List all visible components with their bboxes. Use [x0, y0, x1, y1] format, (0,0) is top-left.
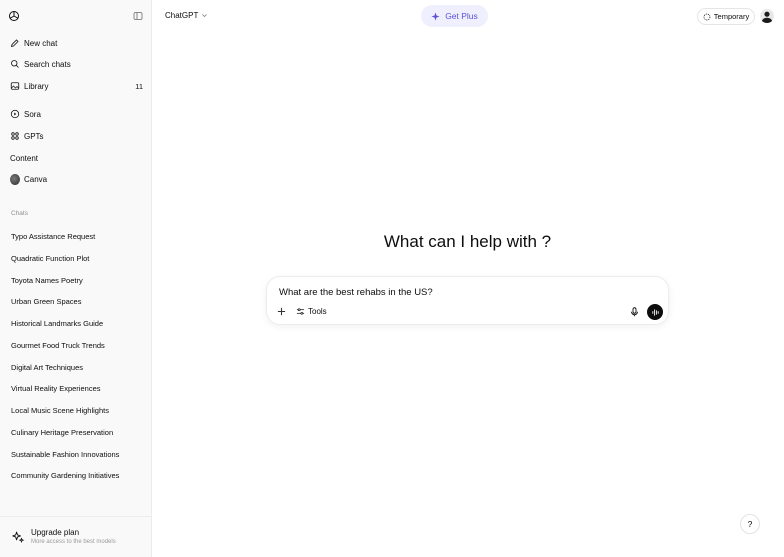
sidebar-item-label: Content — [10, 153, 39, 163]
sidebar-item-sora[interactable]: Sora — [0, 103, 152, 125]
sparkle-icon — [431, 11, 440, 21]
help-button[interactable]: ? — [740, 514, 760, 534]
grid-icon — [10, 131, 20, 141]
user-avatar[interactable] — [760, 9, 774, 23]
sparkles-icon — [12, 531, 25, 543]
pencil-icon — [10, 38, 20, 48]
dashed-circle-icon — [703, 13, 711, 20]
sidebar-item-library[interactable]: Library 11 — [0, 75, 152, 97]
chat-history-item[interactable]: Typo Assistance Request — [11, 232, 95, 241]
sidebar-item-gpts[interactable]: GPTs — [0, 125, 152, 147]
get-plus-label: Get Plus — [445, 11, 478, 21]
play-circle-icon — [10, 109, 20, 119]
sidebar-toggle-icon[interactable] — [133, 11, 143, 21]
sidebar: New chat Search chats Library 11 Sora GP… — [0, 0, 152, 557]
user-avatar-icon — [761, 11, 773, 23]
upgrade-plan-subtitle: More access to the best models — [31, 539, 116, 545]
search-icon — [10, 59, 20, 69]
chevron-down-icon — [202, 14, 208, 18]
dictate-button[interactable] — [628, 305, 641, 318]
tools-label: Tools — [308, 307, 327, 316]
sidebar-item-label: Library — [24, 81, 49, 91]
page-title: What can I help with ? — [383, 232, 552, 251]
sidebar-item-label: Canva — [24, 174, 48, 184]
library-count-badge: 11 — [135, 81, 143, 91]
temporary-chat-button[interactable]: Temporary — [697, 8, 755, 25]
canva-logo-icon — [10, 173, 20, 185]
chat-history-item[interactable]: Toyota Names Poetry — [11, 276, 83, 285]
sidebar-item-canva[interactable]: Canva — [0, 168, 152, 190]
upgrade-plan-title: Upgrade plan — [31, 528, 80, 537]
chat-history-item[interactable]: Community Gardening Initiatives — [11, 471, 119, 480]
sidebar-item-search-chats[interactable]: Search chats — [0, 53, 152, 75]
sidebar-item-label: Sora — [24, 109, 41, 119]
chat-history-item[interactable]: Sustainable Fashion Innovations — [11, 450, 119, 459]
sliders-icon — [296, 308, 305, 315]
chats-section-heading: Chats — [11, 210, 28, 217]
openai-logo-icon[interactable] — [8, 10, 20, 22]
add-attachment-button[interactable] — [275, 305, 288, 318]
tools-button[interactable]: Tools — [296, 305, 327, 318]
sidebar-item-label: Search chats — [24, 59, 71, 69]
voice-mode-button[interactable] — [647, 304, 663, 320]
audio-waveform-icon — [651, 308, 659, 316]
get-plus-button[interactable]: Get Plus — [421, 5, 488, 27]
chat-history-item[interactable]: Historical Landmarks Guide — [11, 319, 103, 328]
prompt-input[interactable]: What are the best rehabs in the US? — [279, 287, 433, 298]
chat-history-item[interactable]: Quadratic Function Plot — [11, 254, 89, 263]
sidebar-header — [0, 0, 152, 32]
chat-history-item[interactable]: Culinary Heritage Preservation — [11, 428, 113, 437]
sidebar-item-label: GPTs — [24, 131, 44, 141]
temporary-label: Temporary — [713, 12, 750, 21]
image-icon — [10, 81, 20, 91]
sidebar-item-label: New chat — [24, 38, 58, 48]
prompt-composer[interactable]: What are the best rehabs in the US? Tool… — [266, 276, 669, 325]
plus-icon — [277, 307, 286, 316]
upgrade-plan-button[interactable]: Upgrade plan More access to the best mod… — [0, 516, 152, 557]
microphone-icon — [631, 306, 638, 316]
model-selector[interactable]: ChatGPT — [165, 11, 208, 20]
chat-history-item[interactable]: Urban Green Spaces — [11, 297, 81, 306]
sidebar-item-content[interactable]: Content — [0, 147, 152, 169]
chat-history-item[interactable]: Digital Art Techniques — [11, 363, 83, 372]
model-selector-label: ChatGPT — [165, 11, 199, 20]
chat-history-item[interactable]: Gourmet Food Truck Trends — [11, 341, 105, 350]
chat-history-item[interactable]: Local Music Scene Highlights — [11, 406, 109, 415]
sidebar-item-new-chat[interactable]: New chat — [0, 32, 152, 54]
chat-history-item[interactable]: Virtual Reality Experiences — [11, 384, 101, 393]
